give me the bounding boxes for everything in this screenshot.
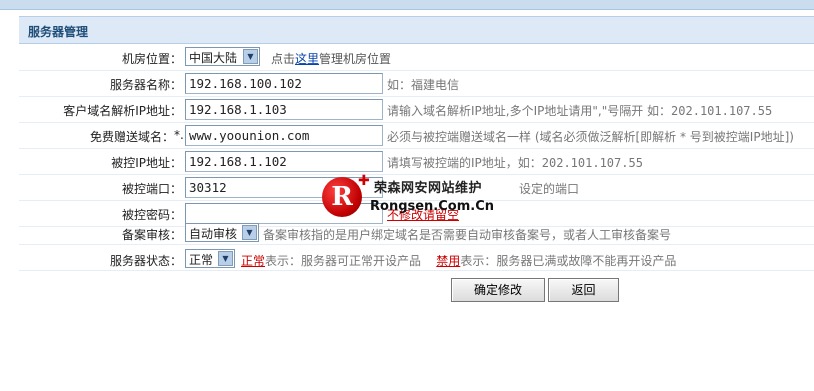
chevron-down-icon: ▼ — [243, 49, 258, 64]
controlled-ip-hint: 请填写被控端的IP地址，如：202.101.107.55 — [387, 154, 643, 171]
dns-ip-input[interactable]: 192.168.1.103 — [185, 99, 383, 120]
dns-ip-hint-text: 请输入域名解析IP地址,多个IP地址请用","号隔开 如： — [387, 104, 672, 118]
form-row-filing: 备案审核： 自动审核 ▼ 备案审核指的是用户绑定域名是否需要自动审核备案号，或者… — [19, 219, 814, 245]
watermark-cn-text: 荣森网安网站维护 — [374, 181, 483, 196]
gift-domain-label: 免费赠送域名： — [89, 130, 174, 144]
filing-select-value: 自动审核 — [189, 227, 238, 241]
form-row-status: 服务器状态： 正常 ▼ 正常表示：服务器可正常开设产品 禁用表示：服务器已满或故… — [19, 245, 814, 271]
controlled-ip-hint-text: 请填写被控端的IP地址，如： — [387, 156, 542, 170]
form-row-controlled-ip: 被控IP地址： 192.168.1.102 请填写被控端的IP地址，如：202.… — [19, 149, 814, 175]
chevron-down-icon: ▼ — [242, 225, 257, 240]
filing-label: 备案审核： — [121, 228, 182, 242]
panel-header: 服务器管理 — [19, 16, 814, 44]
dns-ip-hint-example: 202.101.107.55 — [671, 104, 773, 118]
controlled-port-hint: 设定的端口 — [519, 182, 580, 196]
server-name-label: 服务器名称： — [109, 78, 182, 92]
chevron-down-icon: ▼ — [218, 251, 233, 266]
status-normal-desc: 表示：服务器可正常开设产品 — [265, 254, 422, 268]
controlled-port-label: 被控端口： — [121, 182, 182, 196]
top-bar — [0, 0, 814, 10]
controlled-ip-input[interactable]: 192.168.1.102 — [185, 151, 383, 172]
dns-ip-label: 客户域名解析IP地址： — [63, 104, 182, 118]
gift-domain-input[interactable]: www.yoounion.com — [185, 125, 383, 146]
watermark-logo: R — [322, 177, 362, 217]
server-name-input[interactable]: 192.168.100.102 — [185, 73, 383, 94]
watermark-en-text: Rongsen.Com.Cn — [370, 199, 495, 214]
status-select-value: 正常 — [189, 253, 214, 267]
room-select-value: 中国大陆 — [189, 51, 238, 65]
status-label: 服务器状态： — [109, 254, 182, 268]
controlled-ip-label: 被控IP地址： — [111, 156, 182, 170]
status-disabled-link[interactable]: 禁用 — [436, 254, 460, 268]
status-hint: 正常表示：服务器可正常开设产品 禁用表示：服务器已满或故障不能再开设产品 — [241, 252, 676, 269]
status-disabled-desc: 表示：服务器已满或故障不能再开设产品 — [460, 254, 677, 268]
gift-domain-hint: 必须与被控端赠送域名一样 (域名必须做泛解析[即解析 * 号到被控端IP地址]) — [387, 130, 794, 144]
room-hint: 点击这里管理机房位置 — [271, 50, 391, 67]
server-name-hint: 如：福建电信 — [387, 78, 460, 92]
filing-select[interactable]: 自动审核 ▼ — [185, 223, 259, 242]
form-row-room: 机房位置： 中国大陆 ▼ 点击这里管理机房位置 — [19, 45, 814, 71]
page-title: 服务器管理 — [28, 25, 89, 39]
room-label: 机房位置： — [121, 52, 182, 66]
confirm-button[interactable]: 确定修改 — [451, 278, 545, 302]
form-row-dns-ip: 客户域名解析IP地址： 192.168.1.103 请输入域名解析IP地址,多个… — [19, 97, 814, 123]
back-button[interactable]: 返回 — [548, 278, 619, 302]
gift-domain-prefix: *. — [174, 128, 184, 142]
status-normal-link[interactable]: 正常 — [241, 254, 265, 268]
form-row-server-name: 服务器名称： 192.168.100.102 如：福建电信 — [19, 71, 814, 97]
room-manage-link[interactable]: 这里 — [295, 52, 319, 66]
plus-icon: ✚ — [358, 173, 370, 189]
room-select[interactable]: 中国大陆 ▼ — [185, 47, 260, 66]
form-row-gift-domain: 免费赠送域名： *. www.yoounion.com 必须与被控端赠送域名一样… — [19, 123, 814, 149]
room-hint-suffix: 管理机房位置 — [319, 52, 392, 66]
filing-hint: 备案审核指的是用户绑定域名是否需要自动审核备案号，或者人工审核备案号 — [263, 228, 672, 242]
dns-ip-hint: 请输入域名解析IP地址,多个IP地址请用","号隔开 如：202.101.107… — [387, 102, 772, 119]
watermark: R ✚ 荣森网安网站维护 Rongsen.Com.Cn — [322, 173, 512, 221]
controlled-ip-hint-example: 202.101.107.55 — [541, 156, 643, 170]
room-hint-prefix: 点击 — [271, 52, 296, 66]
status-select[interactable]: 正常 ▼ — [185, 249, 235, 268]
